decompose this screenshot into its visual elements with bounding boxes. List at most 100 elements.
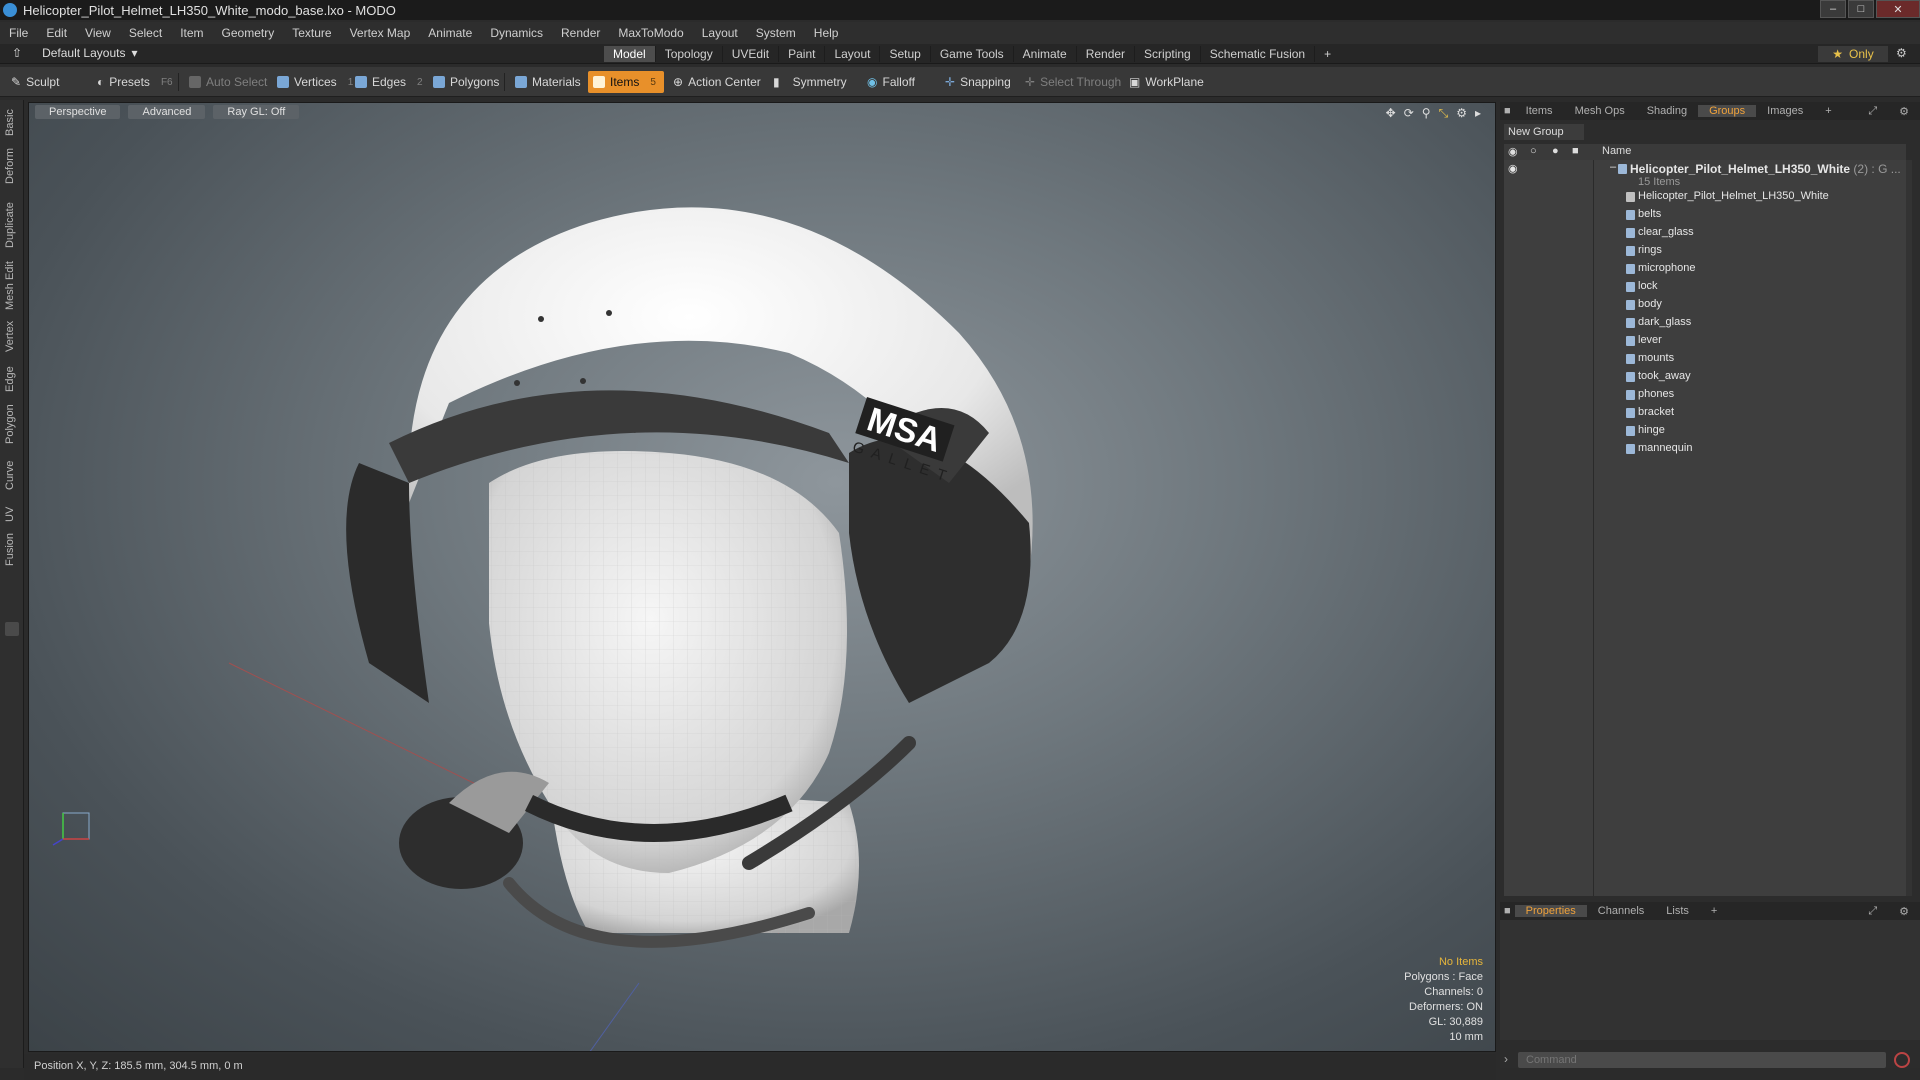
lock-col-icon[interactable]: ● [1552,145,1559,157]
list-item[interactable]: hinge [1504,422,1906,440]
add-bottom-tab-icon[interactable]: + [1700,905,1728,917]
close-button[interactable]: ✕ [1876,0,1920,18]
vertices-button[interactable]: Vertices 1 [272,71,358,93]
menu-maxtomodo[interactable]: MaxToModo [609,26,692,40]
strip-polygon[interactable]: Polygon [4,404,16,444]
select-col-icon[interactable]: ■ [1572,145,1579,157]
list-item[interactable]: mounts [1504,350,1906,368]
tab-animate[interactable]: Animate [1014,46,1077,62]
visibility-col-icon[interactable]: ◉ [1508,145,1518,158]
strip-vertex[interactable]: Vertex [4,321,16,352]
list-item[interactable]: phones [1504,386,1906,404]
strip-edge[interactable]: Edge [4,366,16,392]
tab-scripting[interactable]: Scripting [1135,46,1201,62]
menu-layout[interactable]: Layout [693,26,747,40]
list-item[interactable]: body [1504,296,1906,314]
tab-schematic-fusion[interactable]: Schematic Fusion [1201,46,1316,62]
list-item[interactable]: lock [1504,278,1906,296]
materials-button[interactable]: Materials [510,71,586,93]
command-input[interactable] [1518,1052,1886,1068]
menu-system[interactable]: System [747,26,805,40]
list-scrollbar[interactable] [1906,160,1912,896]
falloff-button[interactable]: ◉ Falloff [862,71,920,93]
strip-uv[interactable]: UV [4,507,16,522]
list-item[interactable]: microphone [1504,260,1906,278]
menu-item[interactable]: Item [171,26,212,40]
action-center-button[interactable]: ⊕ Action Center [668,71,766,93]
panel-gear-icon[interactable]: ⚙ [1888,105,1920,118]
minimize-button[interactable]: – [1820,0,1846,18]
command-record-button[interactable] [1894,1052,1910,1068]
tab-groups[interactable]: Groups [1698,105,1757,117]
panel-handle-icon[interactable]: ■ [1500,905,1515,917]
presets-button[interactable]: ◐ Presets F6 [92,71,178,93]
strip-fusion[interactable]: Fusion [4,533,16,566]
tab-topology[interactable]: Topology [656,46,723,62]
strip-basic[interactable]: Basic [4,109,16,136]
symmetry-button[interactable]: ▮ Symmetry [768,71,852,93]
tab-uvedit[interactable]: UVEdit [723,46,780,62]
tab-mesh-ops[interactable]: Mesh Ops [1564,105,1636,117]
menu-file[interactable]: File [0,26,37,40]
only-toggle[interactable]: ★ Only [1818,46,1888,62]
auto-select-button[interactable]: Auto Select [184,71,272,93]
menu-select[interactable]: Select [120,26,171,40]
strip-mesh-edit[interactable]: Mesh Edit [4,261,16,310]
list-item[interactable]: clear_glass [1504,224,1906,242]
name-column-header[interactable]: Name [1602,145,1631,157]
tab-lists[interactable]: Lists [1655,905,1700,917]
menu-dynamics[interactable]: Dynamics [481,26,552,40]
list-item[interactable]: mannequin [1504,440,1906,458]
menu-geometry[interactable]: Geometry [213,26,284,40]
new-group-button[interactable]: New Group [1504,124,1584,140]
list-item[interactable]: lever [1504,332,1906,350]
list-item[interactable]: Helicopter_Pilot_Helmet_LH350_White [1504,188,1906,206]
polygons-button[interactable]: Polygons [428,71,504,93]
menu-help[interactable]: Help [805,26,848,40]
tab-paint[interactable]: Paint [779,46,826,62]
bottom-expand-icon[interactable]: ⤢ [1857,905,1888,918]
add-tab-icon[interactable]: + [1315,46,1340,62]
tab-render[interactable]: Render [1077,46,1136,62]
3d-viewport[interactable]: Perspective Advanced Ray GL: Off ✥ ⟳ ⚲ ⤡… [28,102,1496,1052]
select-through-button[interactable]: ✛ Select Through [1020,71,1126,93]
menu-texture[interactable]: Texture [283,26,340,40]
tab-game-tools[interactable]: Game Tools [931,46,1014,62]
layout-selector[interactable]: ⇧ Default Layouts ▾ [12,46,137,60]
tab-images[interactable]: Images [1756,105,1814,117]
strip-deform[interactable]: Deform [4,148,16,184]
collapse-arrow-icon[interactable]: – [1610,161,1616,173]
list-item[interactable]: bracket [1504,404,1906,422]
menu-render[interactable]: Render [552,26,609,40]
tab-channels[interactable]: Channels [1587,905,1655,917]
menu-vertex-map[interactable]: Vertex Map [341,26,420,40]
gear-icon[interactable]: ⚙ [1896,46,1907,60]
list-item[interactable]: took_away [1504,368,1906,386]
bottom-gear-icon[interactable]: ⚙ [1888,905,1920,918]
list-item[interactable]: belts [1504,206,1906,224]
items-button[interactable]: Items 5 [588,71,664,93]
list-item[interactable]: dark_glass [1504,314,1906,332]
tab-setup[interactable]: Setup [880,46,931,62]
workplane-button[interactable]: ▣ WorkPlane [1124,71,1209,93]
strip-curve[interactable]: Curve [4,461,16,490]
tab-model[interactable]: Model [604,46,656,62]
panel-handle-icon[interactable]: ■ [1500,105,1515,117]
maximize-button[interactable]: □ [1848,0,1874,18]
panel-expand-icon[interactable]: ⤢ [1857,105,1888,118]
strip-duplicate[interactable]: Duplicate [4,202,16,248]
tab-properties[interactable]: Properties [1514,905,1587,917]
tab-shading[interactable]: Shading [1636,105,1698,117]
tab-layout[interactable]: Layout [825,46,881,62]
snapping-button[interactable]: ✛ Snapping [940,71,1016,93]
add-panel-tab-icon[interactable]: + [1814,105,1842,117]
sculpt-button[interactable]: ✎ Sculpt [6,71,64,93]
menu-animate[interactable]: Animate [419,26,481,40]
strip-toggle-button[interactable] [5,622,19,636]
render-col-icon[interactable]: ○ [1530,145,1537,157]
edges-button[interactable]: Edges 2 [350,71,428,93]
list-item[interactable]: rings [1504,242,1906,260]
tab-items[interactable]: Items [1515,105,1564,117]
menu-edit[interactable]: Edit [37,26,76,40]
menu-view[interactable]: View [76,26,120,40]
